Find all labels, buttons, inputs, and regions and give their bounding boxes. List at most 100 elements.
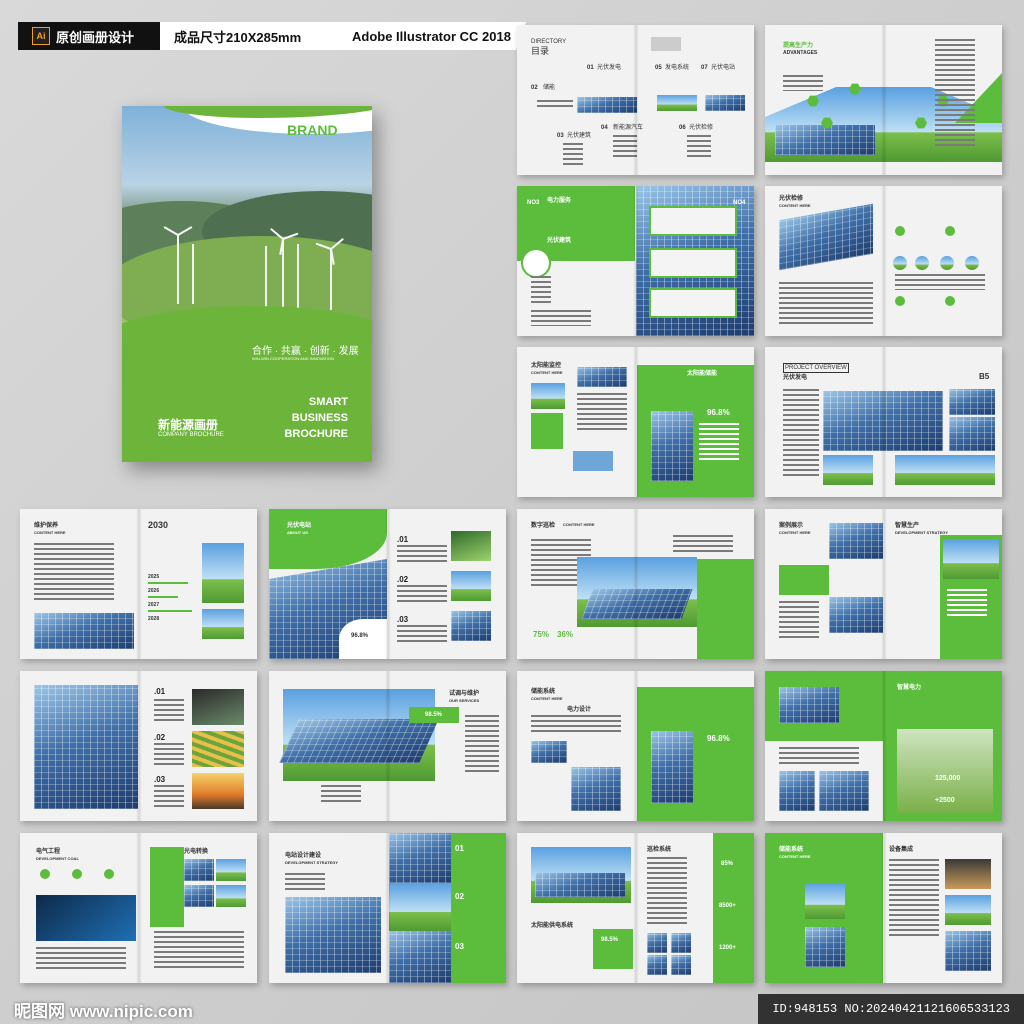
testing-maintenance-title: 试调与维护 <box>449 691 480 697</box>
software-tag-label: Adobe Illustrator CC 2018 <box>352 28 511 44</box>
software-tag: Adobe Illustrator CC 2018 <box>338 22 526 50</box>
cover-smart: SMART <box>308 396 348 408</box>
spread-station-design: 电站设计建设 DEVELOPMENT STRATEGY 01 02 03 <box>269 833 506 983</box>
cover-title-en: COMPANY BROCHURE <box>158 432 224 438</box>
storage-system-title: 储能系统 <box>779 847 804 853</box>
spread-electrical-engineering: 电气工程 DEVELOPMENT COAL 光电转换 <box>20 833 257 983</box>
dir-item-num: 01 <box>587 65 594 71</box>
directory-cn: 目录 <box>531 46 550 56</box>
service-percent: 98.5% <box>425 712 443 718</box>
spread-inspection-system: 太阳能供电系统 98.5% 巡检系统 85% 8500+ 1200+ <box>517 833 754 983</box>
spread-solar-monitor: 太阳能监控 CONTENT HERE 太阳能储能 96.8% <box>517 347 754 497</box>
dir-item-label: 光伏建筑 <box>567 133 592 139</box>
design-tag-label: 原创画册设计 <box>56 29 135 45</box>
list-number: 01 <box>455 844 464 853</box>
spread-advantages: 提高生产力 ADVANTAGES <box>765 25 1002 175</box>
timeline-year: 2027 <box>148 602 160 608</box>
case-display-title: 案例展示 <box>779 523 804 529</box>
pv-station-sub: ABOUT US <box>287 530 308 535</box>
spread-maintenance: 维护保养 CONTENT HERE 2030 2025 2026 2027 20… <box>20 509 257 659</box>
pv-station-title: 光伏电站 <box>287 523 312 529</box>
cover-slogan: 合作 · 共赢 · 创新 · 发展 <box>252 346 359 357</box>
spread-digital-inspection: 数字巡检 CONTENT HERE 75% 36% <box>517 509 754 659</box>
dir-item-num: 02 <box>531 85 538 91</box>
image-id: ID:948153 NO:20240421121606533123 <box>758 994 1024 1024</box>
dir-item-label: 发电系统 <box>665 65 690 71</box>
digital-inspection-sub: CONTENT HERE <box>563 522 595 527</box>
maintenance-sub: CONTENT HERE <box>34 530 66 535</box>
storage-percent: 96.8% <box>707 734 730 743</box>
stat-value: 125,000 <box>935 775 961 782</box>
solar-storage-title: 太阳能储能 <box>687 371 718 377</box>
size-tag: 成品尺寸210X285mm <box>160 22 348 50</box>
electrical-engineering-title: 电气工程 <box>36 849 61 855</box>
stat-value: +2500 <box>935 797 955 804</box>
list-number: .03 <box>154 775 166 784</box>
dir-item-num: 06 <box>679 125 686 131</box>
storage-percent: 96.8% <box>707 408 730 417</box>
stat-value: 75% <box>533 630 550 639</box>
design-tag: Ai 原创画册设计 <box>18 22 176 50</box>
brochure-cover: BRAND 合作 · 共赢 · 创新 · 发展 WIN-WIN COOPERAT… <box>122 106 372 462</box>
brand-name: BRAND <box>287 122 338 138</box>
energy-storage-sub: CONTENT HERE <box>531 696 563 701</box>
list-number: .01 <box>397 535 409 544</box>
cover-title: 新能源画册 <box>158 418 219 432</box>
watermark: 昵图网 www.nipic.com <box>14 1001 193 1021</box>
spread-solar-array: .01 .02 .03 <box>20 671 257 821</box>
list-number: 02 <box>455 892 464 901</box>
stat-value: 36% <box>557 630 574 639</box>
power-service-title: 电力服务 <box>547 198 572 204</box>
equipment-integration-title: 设备集成 <box>889 847 914 853</box>
size-tag-label: 成品尺寸210X285mm <box>174 29 302 45</box>
inspection-system-title: 巡检系统 <box>647 847 672 853</box>
dir-item-num: 03 <box>557 133 564 139</box>
solar-supply-title: 太阳能供电系统 <box>531 923 574 929</box>
timeline-year: 2028 <box>148 616 160 622</box>
stat-value: 1200+ <box>719 945 736 951</box>
project-overview-sub: 光伏发电 <box>783 375 808 381</box>
spread-pv-station: 光伏电站 ABOUT US 96.8% .01 .02 .03 <box>269 509 506 659</box>
power-design-title: 电力设计 <box>567 707 592 713</box>
electrical-engineering-sub: DEVELOPMENT COAL <box>36 856 79 861</box>
solar-monitor-sub: CONTENT HERE <box>531 370 563 375</box>
stat-value: 8500+ <box>719 903 736 909</box>
cover-slogan-en: WIN-WIN COOPERATION AND INNOVATION <box>252 356 334 361</box>
pv-station-percent: 96.8% <box>351 633 369 639</box>
spread-smart-power: 智慧电力 125,000 +2500 <box>765 671 1002 821</box>
pv-inspection-title: 光伏检修 <box>779 196 804 202</box>
list-number: 03 <box>455 942 464 951</box>
timeline-year: 2025 <box>148 574 160 580</box>
project-page: B5 <box>979 372 990 381</box>
smart-power-title: 智慧电力 <box>897 685 922 691</box>
spread-project-overview: PROJECT OVERVIEW 光伏发电 B5 <box>765 347 1002 497</box>
spread-power-service: NO3 电力服务 光伏建筑 NO4 <box>517 186 754 336</box>
list-number: .02 <box>154 733 166 742</box>
advantages-title: 提高生产力 <box>783 43 814 49</box>
cover-brochure: BROCHURE <box>284 428 348 440</box>
advantages-sub: ADVANTAGES <box>783 50 818 56</box>
list-number: .03 <box>397 615 409 624</box>
dir-item-label: 储能 <box>543 85 556 91</box>
station-design-title: 电站设计建设 <box>285 853 322 859</box>
digital-inspection-title: 数字巡检 <box>531 523 556 529</box>
dir-item-label: 光伏检修 <box>689 125 714 131</box>
dir-item-num: 05 <box>655 65 662 71</box>
dir-item-label: 光伏电站 <box>711 65 736 71</box>
spread-pv-inspection: 光伏检修 CONTENT HERE <box>765 186 1002 336</box>
case-display-sub: CONTENT HERE <box>779 530 811 535</box>
dir-item-num: 04 <box>601 125 608 131</box>
storage-system-sub: CONTENT HERE <box>779 854 811 859</box>
project-overview-title: PROJECT OVERVIEW <box>783 363 849 373</box>
spread-energy-storage: 储能系统 CONTENT HERE 电力设计 96.8% <box>517 671 754 821</box>
stat-value: 85% <box>721 861 734 867</box>
page-number-left: NO3 <box>527 200 540 206</box>
dir-item-num: 07 <box>701 65 708 71</box>
spread-case-display: 案例展示 CONTENT HERE 智慧生产 DEVELOPMENT STRAT… <box>765 509 1002 659</box>
list-number: .01 <box>154 687 166 696</box>
wind-farm-photo <box>122 106 372 346</box>
illustrator-icon: Ai <box>32 27 50 45</box>
solar-monitor-title: 太阳能监控 <box>531 363 562 369</box>
testing-maintenance-sub: OUR SERVICES <box>449 698 480 703</box>
timeline-year: 2026 <box>148 588 160 594</box>
